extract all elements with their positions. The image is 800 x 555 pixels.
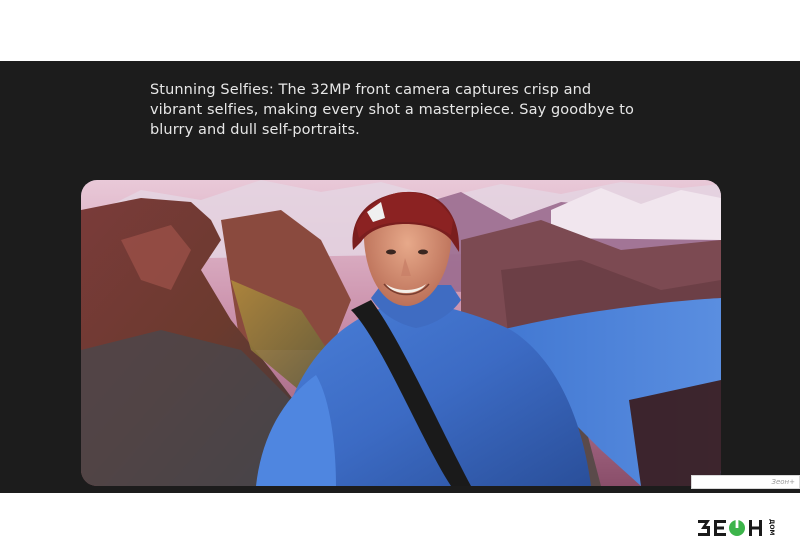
product-feature-page: Stunning Selfies: The 32MP front camera … [0, 0, 800, 555]
zeon-logo: ДОМ [696, 512, 780, 544]
watermark-label: Зеон+ [691, 475, 800, 489]
feature-headline: Stunning Selfies: The 32MP front camera … [150, 82, 634, 138]
selfie-photo [81, 180, 721, 486]
svg-text:ДОМ: ДОМ [768, 519, 775, 535]
